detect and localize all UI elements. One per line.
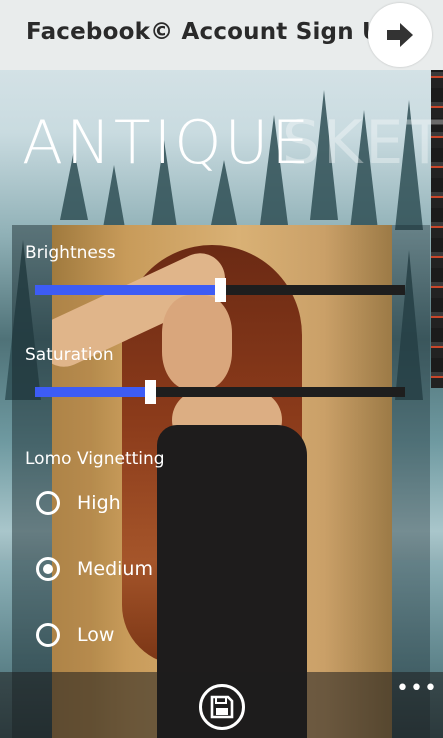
saturation-slider[interactable] xyxy=(35,380,405,404)
brightness-slider[interactable] xyxy=(35,278,405,302)
app-logo: ANTIQUE xyxy=(22,108,313,178)
save-button[interactable] xyxy=(199,684,245,730)
vignetting-label: Lomo Vignetting xyxy=(25,449,165,469)
brightness-label: Brightness xyxy=(25,243,116,263)
radio-medium[interactable] xyxy=(36,557,60,581)
next-button[interactable] xyxy=(368,3,432,67)
edge-strip xyxy=(431,28,443,388)
saturation-slider-thumb[interactable] xyxy=(144,380,156,404)
radio-low[interactable] xyxy=(36,623,60,647)
controls-panel-left xyxy=(12,225,52,738)
radio-medium-label[interactable]: Medium xyxy=(77,558,153,580)
saturation-label: Saturation xyxy=(25,345,114,365)
page-title: Facebook© Account Sign Up xyxy=(26,19,398,45)
save-icon xyxy=(210,695,234,719)
radio-low-label[interactable]: Low xyxy=(77,624,114,646)
radio-selected-dot xyxy=(43,564,53,574)
radio-high-label[interactable]: High xyxy=(77,492,121,514)
brightness-slider-fill xyxy=(35,285,220,295)
brightness-slider-thumb[interactable] xyxy=(215,278,226,302)
more-options-button[interactable]: ••• xyxy=(396,676,438,701)
arrow-right-icon xyxy=(387,23,413,47)
saturation-slider-fill xyxy=(35,387,150,397)
app-logo-faded: SKETC xyxy=(282,108,443,178)
radio-high[interactable] xyxy=(36,491,60,515)
header-bar: Facebook© Account Sign Up xyxy=(0,0,443,70)
controls-panel-right xyxy=(392,225,430,738)
